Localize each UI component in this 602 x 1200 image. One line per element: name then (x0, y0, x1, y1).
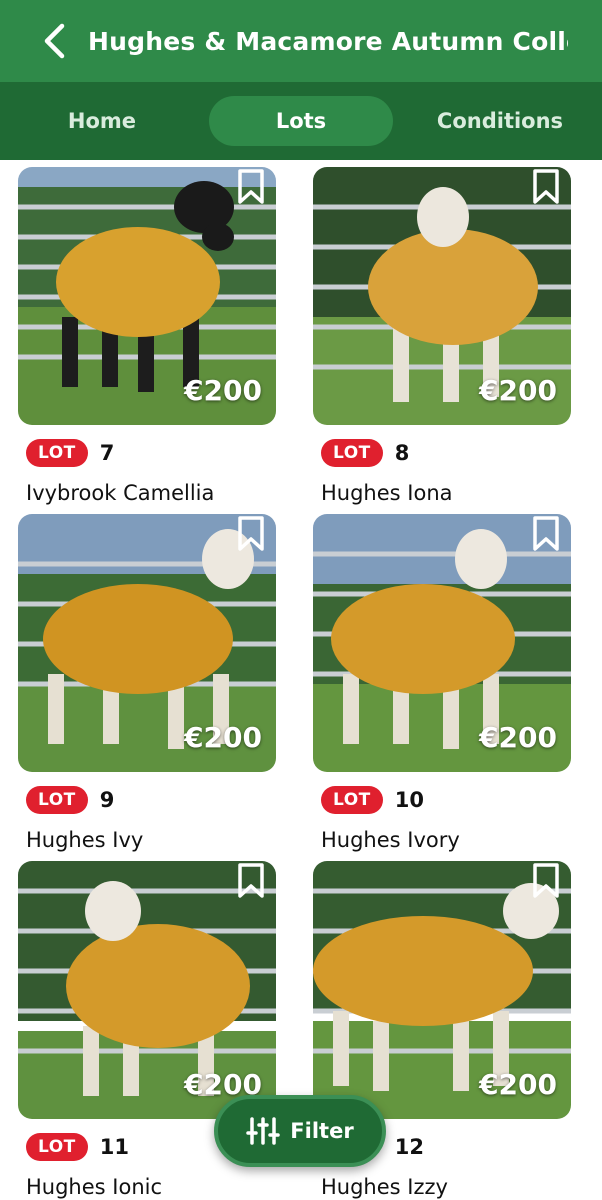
lot-row: LOT 8 (321, 439, 409, 467)
lot-row: LOT 9 (26, 786, 114, 814)
lot-number: 12 (394, 1135, 425, 1159)
lot-badge: LOT (26, 439, 88, 467)
lot-name: Hughes Iona (321, 481, 453, 505)
lot-photo: €200 (18, 167, 276, 425)
lot-number: 8 (394, 441, 410, 465)
lot-number: 7 (99, 441, 115, 465)
lot-row: LOT 11 (26, 1133, 129, 1161)
lot-badge: LOT (26, 786, 88, 814)
app-header: Hughes & Macamore Autumn Collec... (0, 0, 602, 82)
price-label: €200 (479, 1068, 557, 1101)
filter-label: Filter (290, 1119, 354, 1143)
tab-bar: Home Lots Conditions (0, 82, 602, 160)
lot-photo: €200 (18, 514, 276, 772)
filter-button[interactable]: Filter (214, 1095, 386, 1167)
bookmark-icon[interactable] (236, 169, 266, 205)
lot-name: Hughes Ivy (26, 828, 144, 852)
price-label: €200 (479, 721, 557, 754)
bookmark-icon[interactable] (236, 516, 266, 552)
lot-card[interactable]: €200 LOT 10 Hughes Ivory (313, 514, 571, 854)
lot-name: Hughes Izzy (321, 1175, 448, 1199)
lot-name: Hughes Ivory (321, 828, 460, 852)
lot-card[interactable]: €200 LOT 8 Hughes Iona (313, 167, 571, 507)
lot-photo: €200 (313, 514, 571, 772)
lot-badge: LOT (321, 439, 383, 467)
lot-number: 9 (99, 788, 115, 812)
lot-row: LOT 7 (26, 439, 114, 467)
price-label: €200 (184, 721, 262, 754)
tab-conditions[interactable]: Conditions (408, 96, 592, 146)
bookmark-icon[interactable] (531, 169, 561, 205)
lot-photo: €200 (18, 861, 276, 1119)
bookmark-icon[interactable] (236, 863, 266, 899)
page-title: Hughes & Macamore Autumn Collec... (88, 26, 568, 56)
bookmark-icon[interactable] (531, 516, 561, 552)
tab-lots[interactable]: Lots (209, 96, 393, 146)
price-label: €200 (184, 374, 262, 407)
lot-photo: €200 (313, 167, 571, 425)
lot-number: 11 (99, 1135, 130, 1159)
back-button[interactable] (30, 16, 80, 66)
lot-card[interactable]: €200 LOT 7 Ivybrook Camellia (18, 167, 276, 507)
lot-badge: LOT (321, 786, 383, 814)
lot-name: Ivybrook Camellia (26, 481, 215, 505)
tab-home[interactable]: Home (10, 96, 194, 146)
bookmark-icon[interactable] (531, 863, 561, 899)
lot-name: Hughes Ionic (26, 1175, 163, 1199)
lot-row: LOT 10 (321, 786, 424, 814)
chevron-left-icon (44, 23, 65, 59)
lot-card[interactable]: €200 LOT 9 Hughes Ivy (18, 514, 276, 854)
lot-badge: LOT (26, 1133, 88, 1161)
sliders-icon (246, 1117, 281, 1145)
price-label: €200 (479, 374, 557, 407)
lot-photo: €200 (313, 861, 571, 1119)
lot-number: 10 (394, 788, 425, 812)
lots-grid: €200 LOT 7 Ivybrook Camellia €200 LOT 8 … (0, 160, 602, 1200)
